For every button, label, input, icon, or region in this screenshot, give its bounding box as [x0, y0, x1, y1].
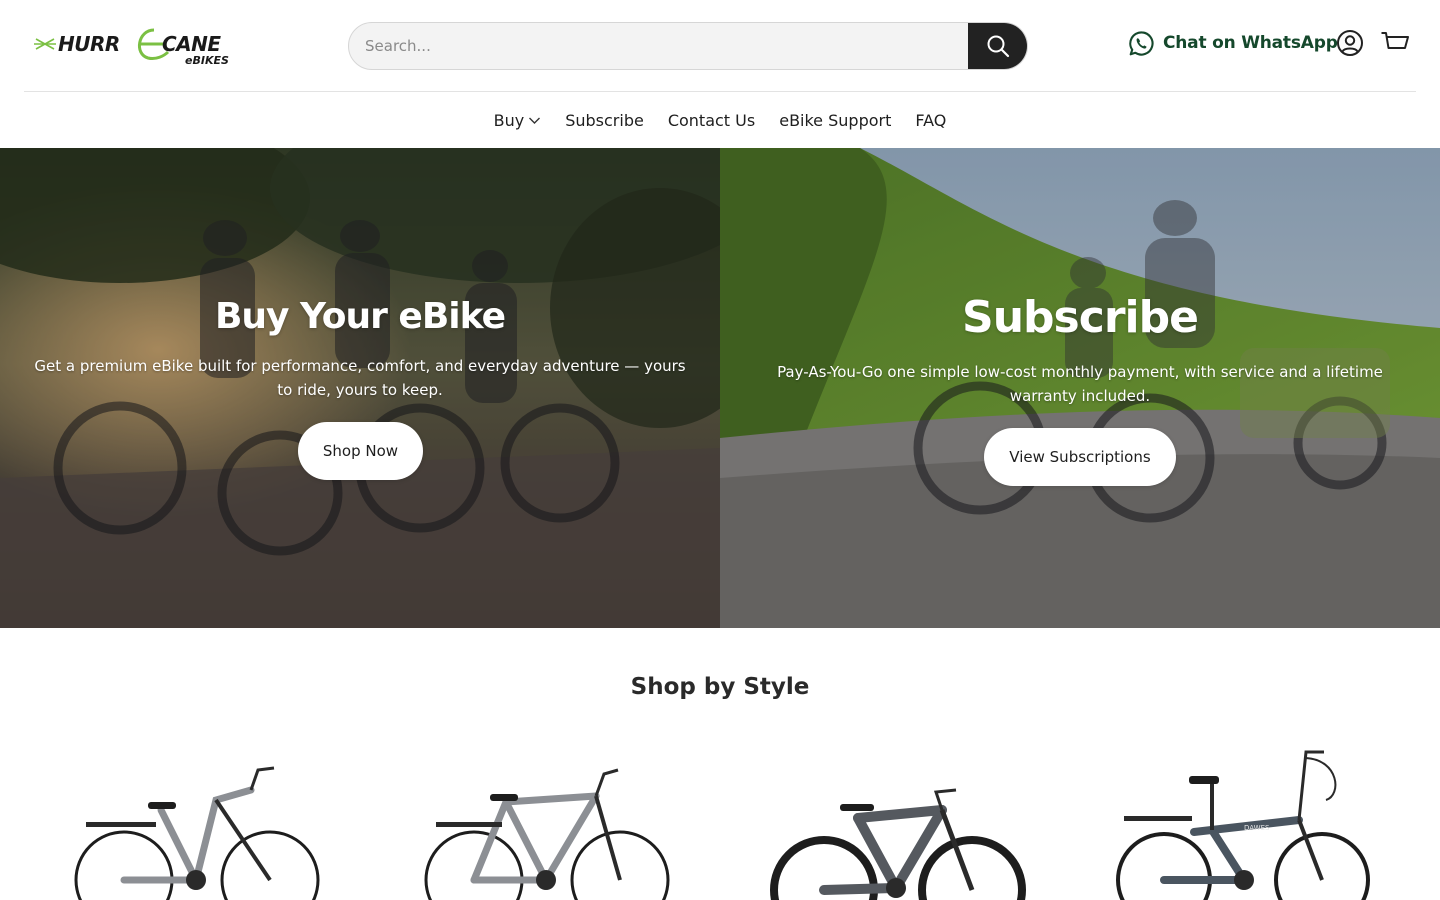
hero-buy-content: Buy Your eBike Get a premium eBike built… [0, 148, 720, 628]
shopping-cart-icon [1381, 32, 1409, 49]
frame-brand-text: DAWES [1244, 824, 1270, 832]
folding-ebike-image: DAWES [1116, 750, 1370, 900]
hero-buy-subtitle: Get a premium eBike built for performanc… [34, 357, 686, 399]
whatsapp-chat-link[interactable]: Chat on WhatsApp [1128, 28, 1338, 58]
nav-item-label: Buy [493, 110, 525, 130]
nav-item-ebike-support[interactable]: eBike Support [779, 111, 891, 130]
search-bar [348, 22, 1028, 70]
nav-item-label: Contact Us [667, 110, 756, 130]
cart-button[interactable] [1380, 29, 1410, 57]
user-account-icon [1337, 30, 1363, 56]
site-header: HURR CANE eBIKES Chat on WhatsApp [0, 0, 1440, 92]
svg-text:HURR: HURR [58, 32, 120, 56]
step-through-ebike-image [74, 766, 320, 900]
hero-subscribe-content: Subscribe Pay-As-You-Go one simple low-c… [720, 148, 1440, 628]
whatsapp-icon [1129, 30, 1154, 56]
hero-buy-title: Buy Your eBike [214, 296, 506, 337]
style-card-fat-tyre[interactable] [746, 740, 1046, 900]
search-button[interactable] [968, 23, 1027, 69]
nav-item-buy[interactable]: Buy [494, 111, 542, 130]
hero-subscribe-subtitle: Pay-As-You-Go one simple low-cost monthl… [777, 363, 1383, 405]
hero-subscribe-title: Subscribe [962, 292, 1199, 343]
nav-item-subscribe[interactable]: Subscribe [565, 111, 644, 130]
style-card-step-through[interactable] [46, 740, 346, 900]
crossbar-ebike-image [424, 768, 670, 900]
nav-item-label: FAQ [915, 110, 947, 130]
hero-buy-banner: Buy Your eBike Get a premium eBike built… [0, 148, 720, 628]
style-card-crossbar[interactable] [396, 740, 696, 900]
nav-item-contact-us[interactable]: Contact Us [668, 111, 755, 130]
site-logo[interactable]: HURR CANE eBIKES [30, 24, 252, 68]
whatsapp-label: Chat on WhatsApp [1163, 33, 1338, 53]
shop-now-button[interactable]: Shop Now [298, 422, 423, 480]
hero-subscribe-banner: Subscribe Pay-As-You-Go one simple low-c… [720, 148, 1440, 628]
fat-tyre-ebike-image [770, 788, 1026, 900]
account-button[interactable] [1336, 29, 1364, 57]
view-subscriptions-button[interactable]: View Subscriptions [984, 428, 1176, 486]
nav-item-faq[interactable]: FAQ [915, 111, 946, 130]
search-icon [987, 35, 1009, 58]
main-nav: Buy Subscribe Contact Us eBike Support F… [0, 92, 1440, 148]
svg-text:CANE: CANE [162, 32, 221, 56]
search-input[interactable] [349, 23, 969, 69]
shop-by-style-title: Shop by Style [630, 674, 810, 700]
nav-item-label: Subscribe [565, 110, 644, 130]
style-card-folding[interactable]: DAWES [1094, 740, 1394, 900]
svg-text:eBIKES: eBIKES [185, 54, 229, 67]
chevron-down-icon [529, 117, 541, 124]
nav-item-label: eBike Support [779, 110, 892, 130]
